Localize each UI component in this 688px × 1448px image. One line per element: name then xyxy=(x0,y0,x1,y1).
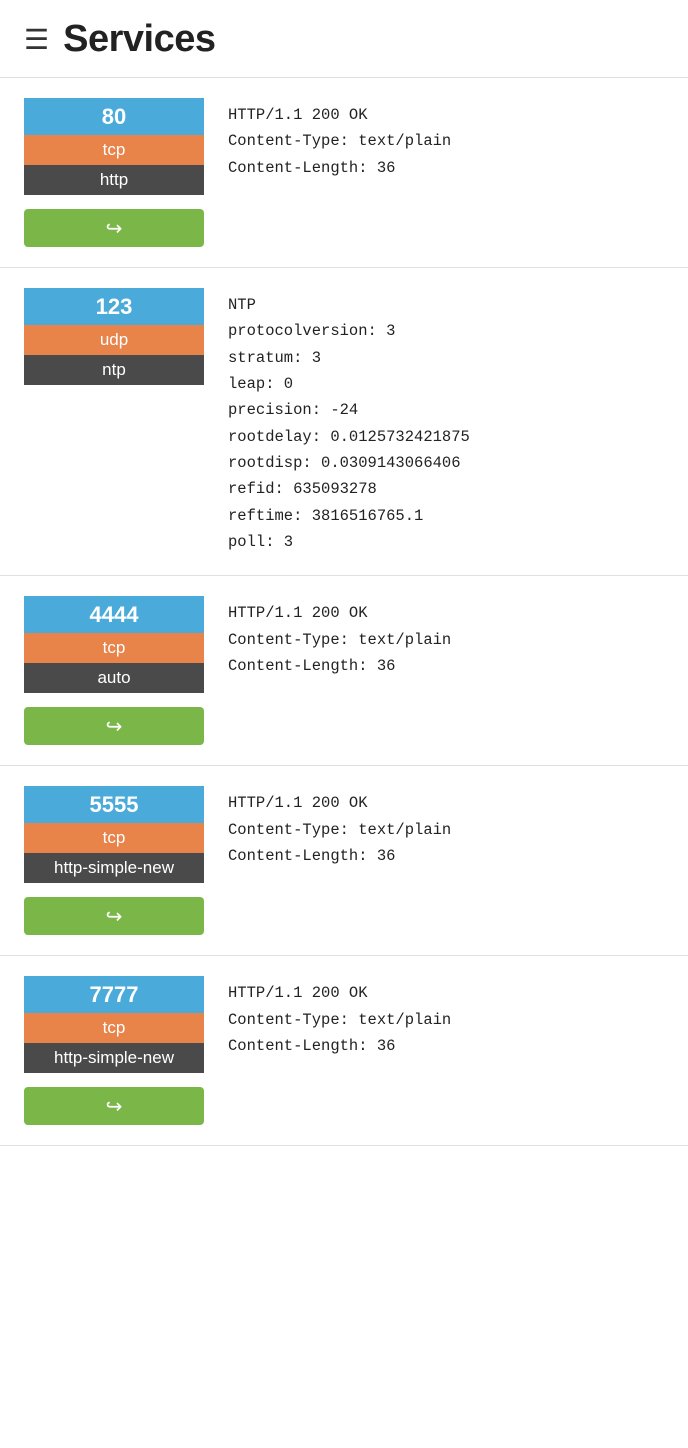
service-info-text: HTTP/1.1 200 OK Content-Type: text/plain… xyxy=(228,790,664,869)
service-item: 7777tcphttp-simple-new ↪ HTTP/1.1 200 OK C… xyxy=(0,956,688,1146)
service-protocol-badge: tcp xyxy=(24,135,204,165)
service-port-badge: 80 xyxy=(24,98,204,135)
service-protocol-badge: tcp xyxy=(24,823,204,853)
service-info-panel: HTTP/1.1 200 OK Content-Type: text/plain… xyxy=(228,976,664,1059)
service-action-button[interactable]: ↪ xyxy=(24,1087,204,1125)
action-arrow-icon: ↪ xyxy=(106,904,123,929)
service-port-badge: 5555 xyxy=(24,786,204,823)
service-item: 123udpntpNTP protocolversion: 3 stratum:… xyxy=(0,268,688,576)
service-info-text: HTTP/1.1 200 OK Content-Type: text/plain… xyxy=(228,980,664,1059)
service-info-panel: HTTP/1.1 200 OK Content-Type: text/plain… xyxy=(228,98,664,181)
service-info-text: NTP protocolversion: 3 stratum: 3 leap: … xyxy=(228,292,664,555)
service-badges: 7777tcphttp-simple-new ↪ xyxy=(24,976,204,1125)
service-name-badge: http-simple-new xyxy=(24,1043,204,1073)
action-arrow-icon: ↪ xyxy=(106,714,123,739)
service-protocol-badge: tcp xyxy=(24,633,204,663)
service-name-badge: http-simple-new xyxy=(24,853,204,883)
action-arrow-icon: ↪ xyxy=(106,1094,123,1119)
service-name-badge: http xyxy=(24,165,204,195)
service-port-badge: 123 xyxy=(24,288,204,325)
service-action-button[interactable]: ↪ xyxy=(24,209,204,247)
list-icon: ☰ xyxy=(24,26,49,54)
service-info-text: HTTP/1.1 200 OK Content-Type: text/plain… xyxy=(228,600,664,679)
service-item: 80tcphttp ↪ HTTP/1.1 200 OK Content-Type: … xyxy=(0,78,688,268)
service-action-button[interactable]: ↪ xyxy=(24,707,204,745)
service-action-button[interactable]: ↪ xyxy=(24,897,204,935)
service-info-text: HTTP/1.1 200 OK Content-Type: text/plain… xyxy=(228,102,664,181)
service-list: 80tcphttp↪HTTP/1.1 200 OK Content-Type: … xyxy=(0,78,688,1146)
page-header: ☰ Services xyxy=(0,0,688,78)
service-name-badge: ntp xyxy=(24,355,204,385)
service-port-badge: 4444 xyxy=(24,596,204,633)
service-protocol-badge: udp xyxy=(24,325,204,355)
service-item: 5555tcphttp-simple-new ↪ HTTP/1.1 200 OK C… xyxy=(0,766,688,956)
service-info-panel: NTP protocolversion: 3 stratum: 3 leap: … xyxy=(228,288,664,555)
action-arrow-icon: ↪ xyxy=(106,216,123,241)
service-info-panel: HTTP/1.1 200 OK Content-Type: text/plain… xyxy=(228,786,664,869)
service-badges: 5555tcphttp-simple-new ↪ xyxy=(24,786,204,935)
service-badges: 80tcphttp ↪ xyxy=(24,98,204,247)
service-item: 4444tcpauto ↪ HTTP/1.1 200 OK Content-Type… xyxy=(0,576,688,766)
page-title: Services xyxy=(63,18,215,61)
service-badges: 4444tcpauto ↪ xyxy=(24,596,204,745)
service-info-panel: HTTP/1.1 200 OK Content-Type: text/plain… xyxy=(228,596,664,679)
service-name-badge: auto xyxy=(24,663,204,693)
service-port-badge: 7777 xyxy=(24,976,204,1013)
service-protocol-badge: tcp xyxy=(24,1013,204,1043)
service-badges: 123udpntp xyxy=(24,288,204,385)
